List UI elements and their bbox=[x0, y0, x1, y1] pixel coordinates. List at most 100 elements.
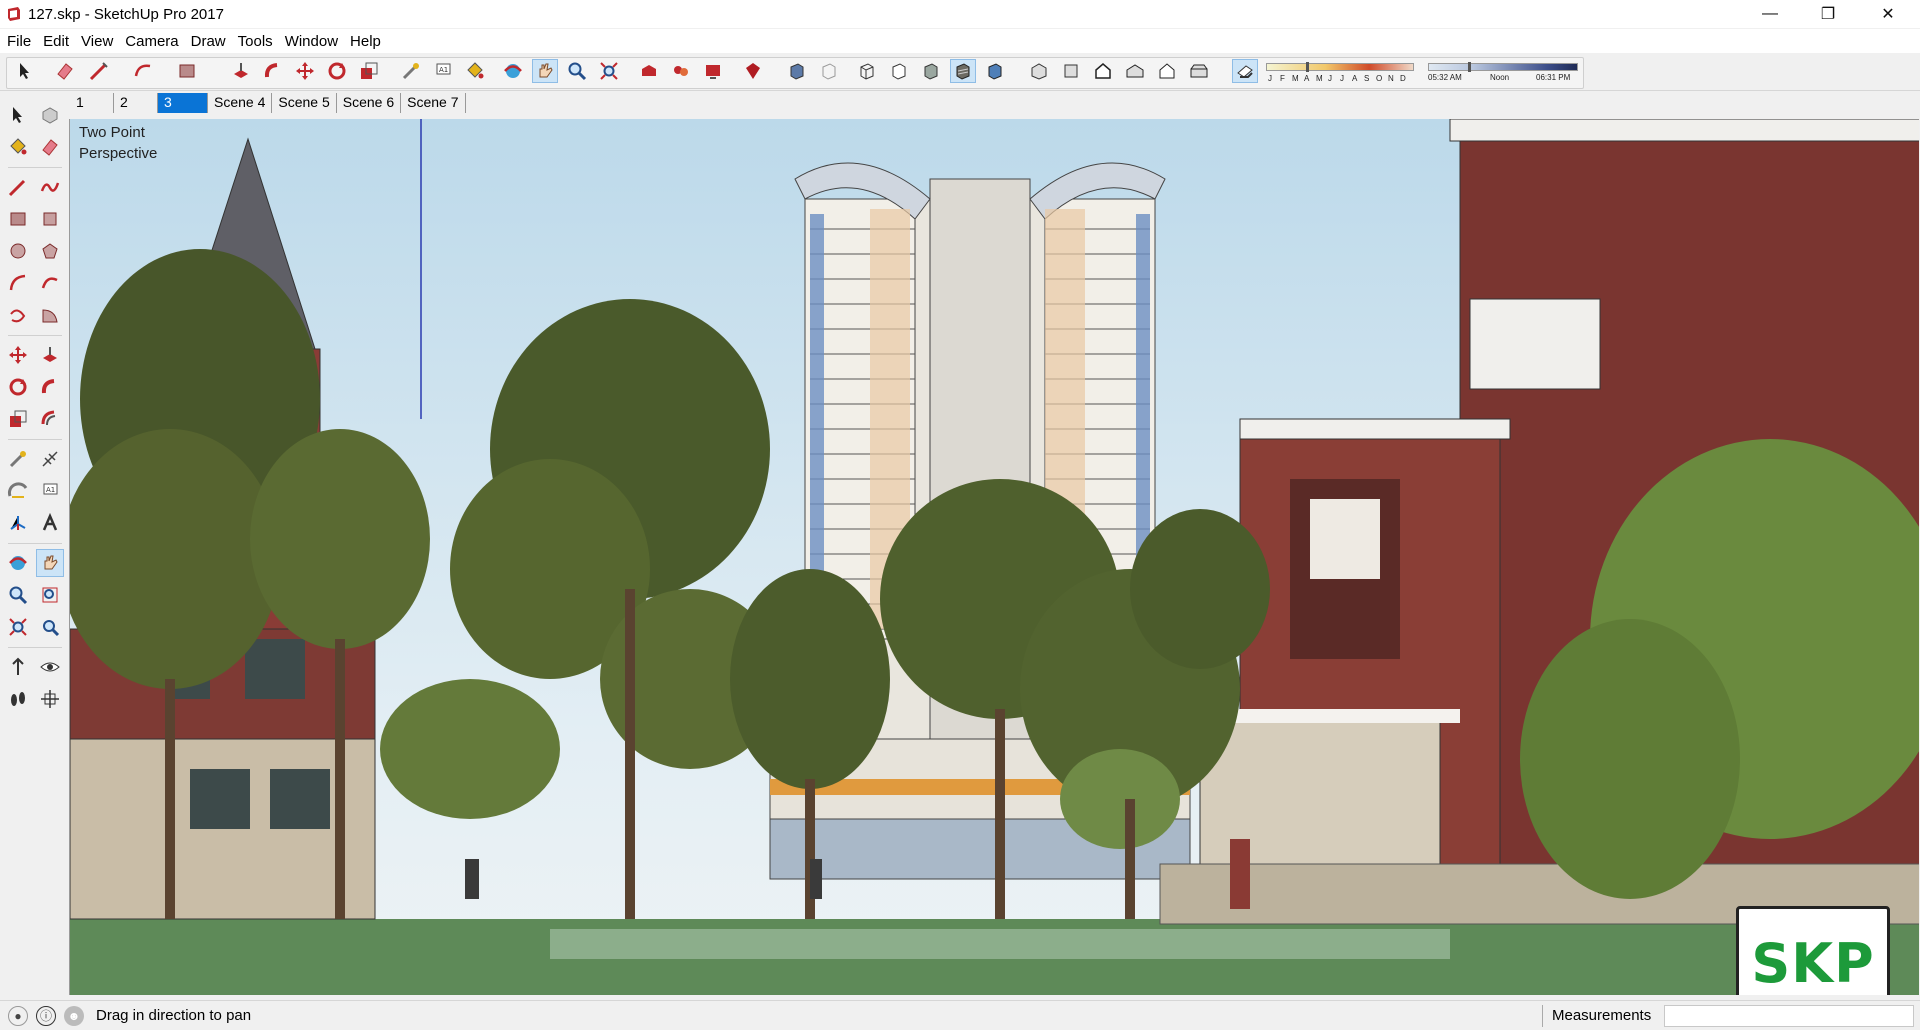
zoom-extents-tool-icon[interactable] bbox=[4, 613, 32, 641]
menu-tools[interactable]: Tools bbox=[238, 33, 281, 50]
shaded-textures-style-icon[interactable] bbox=[950, 59, 976, 83]
menu-edit[interactable]: Edit bbox=[43, 33, 77, 50]
scene-tab[interactable]: Scene 7 bbox=[401, 93, 466, 113]
wireframe-style-icon[interactable] bbox=[854, 59, 880, 83]
two-point-arc-tool-icon[interactable] bbox=[36, 269, 64, 297]
close-button[interactable]: ✕ bbox=[1860, 0, 1916, 28]
follow-me-tool-icon[interactable] bbox=[260, 59, 286, 83]
tape-measure-tool-icon[interactable] bbox=[4, 445, 32, 473]
back-edges-style-icon[interactable] bbox=[816, 59, 842, 83]
extension-warehouse-icon[interactable] bbox=[740, 59, 766, 83]
rotated-rectangle-tool-icon[interactable] bbox=[36, 205, 64, 233]
rotate-tool-icon[interactable] bbox=[4, 373, 32, 401]
scale-tool-icon[interactable] bbox=[4, 405, 32, 433]
right-view-icon[interactable] bbox=[1122, 59, 1148, 83]
pan-tool-icon[interactable] bbox=[36, 549, 64, 577]
model-viewport[interactable]: Two Point Perspective SKP bbox=[69, 119, 1919, 995]
axes-tool-icon[interactable] bbox=[4, 509, 32, 537]
follow-me-tool-icon[interactable] bbox=[36, 373, 64, 401]
text-tool-icon[interactable]: A1 bbox=[36, 477, 64, 505]
offset-tool-icon[interactable] bbox=[36, 405, 64, 433]
geolocation-icon[interactable]: ● bbox=[8, 1005, 28, 1026]
dimension-tool-icon[interactable] bbox=[36, 445, 64, 473]
orbit-tool-icon[interactable] bbox=[4, 549, 32, 577]
arc-tool-icon[interactable] bbox=[130, 59, 156, 83]
select-tool-icon[interactable] bbox=[12, 59, 38, 83]
menu-file[interactable]: File bbox=[7, 33, 39, 50]
month-label: J bbox=[1340, 74, 1344, 83]
user-account-icon[interactable]: ☻ bbox=[64, 1005, 84, 1026]
menu-help[interactable]: Help bbox=[350, 33, 389, 50]
hidden-line-style-icon[interactable] bbox=[886, 59, 912, 83]
text-tool-icon[interactable]: A1 bbox=[430, 59, 456, 83]
components-tool-icon[interactable] bbox=[668, 59, 694, 83]
push-pull-tool-icon[interactable] bbox=[36, 341, 64, 369]
zoom-tool-icon[interactable] bbox=[4, 581, 32, 609]
warehouse-tool-icon[interactable] bbox=[636, 59, 662, 83]
zoom-window-tool-icon[interactable] bbox=[36, 581, 64, 609]
pie-tool-icon[interactable] bbox=[36, 301, 64, 329]
menu-camera[interactable]: Camera bbox=[125, 33, 186, 50]
minimize-button[interactable]: — bbox=[1742, 0, 1798, 28]
month-label: D bbox=[1400, 74, 1406, 83]
3d-text-tool-icon[interactable] bbox=[36, 509, 64, 537]
paint-bucket-tool-icon[interactable] bbox=[4, 133, 32, 161]
iso-view-icon[interactable] bbox=[1026, 59, 1052, 83]
rectangle-tool-icon[interactable] bbox=[4, 205, 32, 233]
maximize-button[interactable]: ❐ bbox=[1800, 0, 1856, 28]
monochrome-style-icon[interactable] bbox=[982, 59, 1008, 83]
scene-tab[interactable]: 2 bbox=[114, 93, 158, 113]
zoom-tool-icon[interactable] bbox=[564, 59, 590, 83]
share-model-icon[interactable] bbox=[700, 59, 726, 83]
select-tool-icon[interactable] bbox=[4, 101, 32, 129]
arc-tool-icon[interactable] bbox=[4, 269, 32, 297]
scene-tab-active[interactable]: 3 bbox=[158, 93, 208, 113]
shaded-style-icon[interactable] bbox=[918, 59, 944, 83]
make-component-icon[interactable] bbox=[36, 101, 64, 129]
shadow-month-slider[interactable]: J F M A M J J A S O N D bbox=[1266, 62, 1414, 85]
shadows-toggle-icon[interactable] bbox=[1232, 59, 1258, 83]
scene-tab[interactable]: 1 bbox=[70, 93, 114, 113]
menu-view[interactable]: View bbox=[81, 33, 121, 50]
scene-tab[interactable]: Scene 5 bbox=[272, 93, 337, 113]
protractor-tool-icon[interactable] bbox=[4, 477, 32, 505]
back-view-icon[interactable] bbox=[1154, 59, 1180, 83]
menu-draw[interactable]: Draw bbox=[191, 33, 234, 50]
left-view-icon[interactable] bbox=[1186, 59, 1212, 83]
skp-watermark-logo: SKP bbox=[1736, 906, 1890, 995]
menu-window[interactable]: Window bbox=[285, 33, 346, 50]
three-point-arc-tool-icon[interactable] bbox=[4, 301, 32, 329]
tape-measure-tool-icon[interactable] bbox=[398, 59, 424, 83]
scene-tab[interactable]: Scene 4 bbox=[208, 93, 273, 113]
scene-tab[interactable]: Scene 6 bbox=[337, 93, 402, 113]
position-camera-icon[interactable] bbox=[4, 653, 32, 681]
zoom-extents-tool-icon[interactable] bbox=[596, 59, 622, 83]
walk-tool-icon[interactable] bbox=[4, 685, 32, 713]
top-view-icon[interactable] bbox=[1058, 59, 1084, 83]
move-tool-icon[interactable] bbox=[292, 59, 318, 83]
rotate-tool-icon[interactable] bbox=[324, 59, 350, 83]
front-view-icon[interactable] bbox=[1090, 59, 1116, 83]
rectangle-tool-icon[interactable] bbox=[174, 59, 200, 83]
pan-tool-icon[interactable] bbox=[532, 59, 558, 83]
previous-view-icon[interactable] bbox=[36, 613, 64, 641]
line-tool-icon[interactable] bbox=[86, 59, 112, 83]
eraser-tool-icon[interactable] bbox=[52, 59, 78, 83]
look-around-icon[interactable] bbox=[36, 653, 64, 681]
xray-style-icon[interactable] bbox=[784, 59, 810, 83]
line-tool-icon[interactable] bbox=[4, 173, 32, 201]
move-tool-icon[interactable] bbox=[4, 341, 32, 369]
freehand-tool-icon[interactable] bbox=[36, 173, 64, 201]
credits-icon[interactable]: ⓘ bbox=[36, 1005, 56, 1026]
orbit-tool-icon[interactable] bbox=[500, 59, 526, 83]
push-pull-tool-icon[interactable] bbox=[228, 59, 254, 83]
polygon-tool-icon[interactable] bbox=[36, 237, 64, 265]
time-end-label: 06:31 PM bbox=[1536, 73, 1571, 82]
paint-bucket-tool-icon[interactable] bbox=[462, 59, 488, 83]
section-plane-icon[interactable] bbox=[36, 685, 64, 713]
eraser-tool-icon[interactable] bbox=[36, 133, 64, 161]
measurements-input[interactable] bbox=[1664, 1005, 1914, 1027]
circle-tool-icon[interactable] bbox=[4, 237, 32, 265]
shadow-time-slider[interactable]: 05:32 AM Noon 06:31 PM bbox=[1428, 62, 1578, 85]
scale-tool-icon[interactable] bbox=[356, 59, 382, 83]
